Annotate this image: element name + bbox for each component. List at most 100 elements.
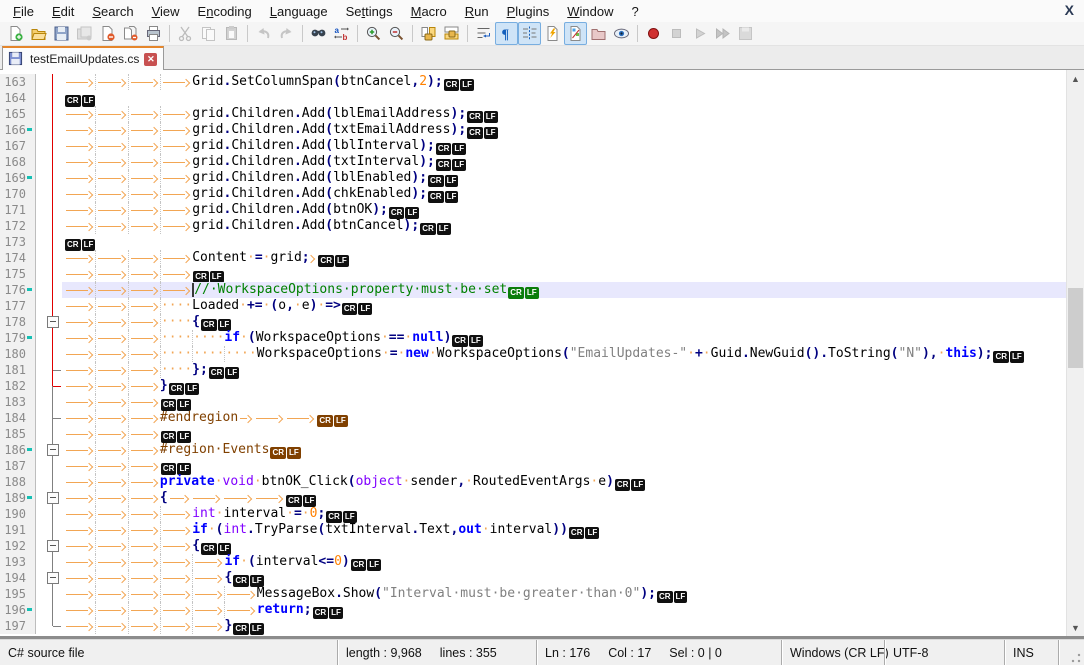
menu-macro[interactable]: Macro (402, 2, 456, 21)
bookmark-margin[interactable] (36, 362, 44, 378)
line-text[interactable]: Content·=·grid; CR LF (62, 250, 1067, 267)
fold-collapse-icon[interactable] (47, 316, 59, 328)
line-text[interactable]: } CR LF (62, 378, 1067, 395)
line-text[interactable]: ····}; CR LF (62, 362, 1067, 379)
bookmark-margin[interactable] (36, 554, 44, 570)
menu-file[interactable]: File (4, 2, 43, 21)
copy-button[interactable] (197, 22, 220, 45)
line-text[interactable]: {CR LF (62, 570, 1067, 587)
bookmark-margin[interactable] (36, 138, 44, 154)
line-text[interactable]: #region·Events CR LF (62, 442, 1067, 459)
line-text[interactable]: ····Loaded·+=·(o,·e)·=> CR LF (62, 298, 1067, 315)
menu-run[interactable]: Run (456, 2, 498, 21)
bookmark-margin[interactable] (36, 458, 44, 474)
line-text[interactable]: grid.Children.Add(chkEnabled); CR LF (62, 186, 1067, 203)
line-text[interactable]: } CR LF (62, 618, 1067, 635)
line-text[interactable]: CR LF (62, 90, 1067, 107)
line-text[interactable]: grid.Children.Add(lblEmailAddress); CR LF (62, 106, 1067, 123)
line-text[interactable]: grid.Children.Add(txtInterval); CR LF (62, 154, 1067, 171)
scroll-up-arrow-icon[interactable]: ▲ (1067, 70, 1084, 87)
line-text[interactable]: {CR LF (62, 490, 1067, 507)
file-monitoring-button[interactable] (610, 22, 633, 45)
replace-button[interactable]: ab (330, 22, 353, 45)
bookmark-margin[interactable] (36, 186, 44, 202)
word-wrap-button[interactable] (472, 22, 495, 45)
bookmark-margin[interactable] (36, 442, 44, 458)
bookmark-margin[interactable] (36, 426, 44, 442)
line-text[interactable]: CR LF (62, 458, 1067, 475)
line-text[interactable]: ········if·(WorkspaceOptions·==·null) CR L… (62, 330, 1067, 347)
bookmark-margin[interactable] (36, 618, 44, 634)
line-text[interactable]: if·(interval<=0) CR LF (62, 554, 1067, 571)
line-text[interactable]: CR LF (62, 234, 1067, 251)
line-text[interactable]: int·interval·=·0; CR LF (62, 506, 1067, 523)
line-text[interactable]: CR LF (62, 394, 1067, 411)
line-text[interactable]: grid.Children.Add(lblInterval); CR LF (62, 138, 1067, 155)
macro-stop-recording-button[interactable] (665, 22, 688, 45)
cut-button[interactable] (174, 22, 197, 45)
line-text[interactable]: return; CR LF (62, 602, 1067, 619)
sync-vertical-scroll-button[interactable] (417, 22, 440, 45)
menu-window[interactable]: Window (558, 2, 622, 21)
menu-help[interactable]: ? (623, 2, 648, 21)
bookmark-margin[interactable] (36, 378, 44, 394)
bookmark-margin[interactable] (36, 474, 44, 490)
code-editor[interactable]: 163 Grid.SetColumnSpan(btnCancel,2); CR LF 1… (0, 70, 1067, 636)
bookmark-margin[interactable] (36, 570, 44, 586)
bookmark-margin[interactable] (36, 250, 44, 266)
scrollbar-thumb[interactable] (1068, 288, 1083, 368)
zoom-out-button[interactable] (385, 22, 408, 45)
vertical-scrollbar[interactable]: ▲ ▼ (1066, 70, 1084, 636)
line-text[interactable]: #endregion CR LF (62, 410, 1067, 427)
bookmark-margin[interactable] (36, 202, 44, 218)
bookmark-margin[interactable] (36, 410, 44, 426)
bookmark-margin[interactable] (36, 74, 44, 90)
line-text[interactable]: CR LF (62, 266, 1067, 283)
macro-start-recording-button[interactable] (642, 22, 665, 45)
menu-edit[interactable]: Edit (43, 2, 83, 21)
resize-grip[interactable] (1070, 652, 1082, 664)
bookmark-margin[interactable] (36, 218, 44, 234)
bookmark-margin[interactable] (36, 282, 44, 298)
find-button[interactable] (307, 22, 330, 45)
bookmark-margin[interactable] (36, 154, 44, 170)
bookmark-margin[interactable] (36, 346, 44, 362)
line-text[interactable]: {CR LF (62, 538, 1067, 555)
show-all-characters-button[interactable]: ¶ (495, 22, 518, 45)
bookmark-margin[interactable] (36, 586, 44, 602)
bookmark-margin[interactable] (36, 298, 44, 314)
paste-button[interactable] (220, 22, 243, 45)
line-text[interactable]: if·(int.TryParse(txtInterval.Text,out·in… (62, 522, 1067, 539)
save-all-button[interactable] (73, 22, 96, 45)
fold-collapse-icon[interactable] (47, 444, 59, 456)
bookmark-margin[interactable] (36, 170, 44, 186)
fold-collapse-icon[interactable] (47, 492, 59, 504)
fold-collapse-icon[interactable] (47, 572, 59, 584)
tab-close-icon[interactable]: ✕ (144, 52, 158, 66)
zoom-in-button[interactable] (362, 22, 385, 45)
line-text[interactable]: //·WorkspaceOptions·property·must·be·set… (62, 282, 1067, 299)
fold-collapse-icon[interactable] (47, 540, 59, 552)
macro-run-multiple-button[interactable] (711, 22, 734, 45)
macro-playback-button[interactable] (688, 22, 711, 45)
macro-save-button[interactable] (734, 22, 757, 45)
menu-settings[interactable]: Settings (337, 2, 402, 21)
redo-button[interactable] (275, 22, 298, 45)
line-text[interactable]: private·void·btnOK_Click(object·sender,·… (62, 474, 1067, 491)
menu-search[interactable]: Search (83, 2, 142, 21)
close-all-button[interactable] (119, 22, 142, 45)
save-file-button[interactable] (50, 22, 73, 45)
menu-plugins[interactable]: Plugins (498, 2, 559, 21)
line-text[interactable]: Grid.SetColumnSpan(btnCancel,2); CR LF (62, 74, 1067, 91)
bookmark-margin[interactable] (36, 330, 44, 346)
menu-encoding[interactable]: Encoding (189, 2, 261, 21)
open-file-button[interactable] (27, 22, 50, 45)
line-text[interactable]: grid.Children.Add(lblEnabled); CR LF (62, 170, 1067, 187)
bookmark-margin[interactable] (36, 394, 44, 410)
menu-language[interactable]: Language (261, 2, 337, 21)
bookmark-margin[interactable] (36, 314, 44, 330)
bookmark-margin[interactable] (36, 266, 44, 282)
bookmark-margin[interactable] (36, 106, 44, 122)
bookmark-margin[interactable] (36, 602, 44, 618)
new-file-button[interactable] (4, 22, 27, 45)
